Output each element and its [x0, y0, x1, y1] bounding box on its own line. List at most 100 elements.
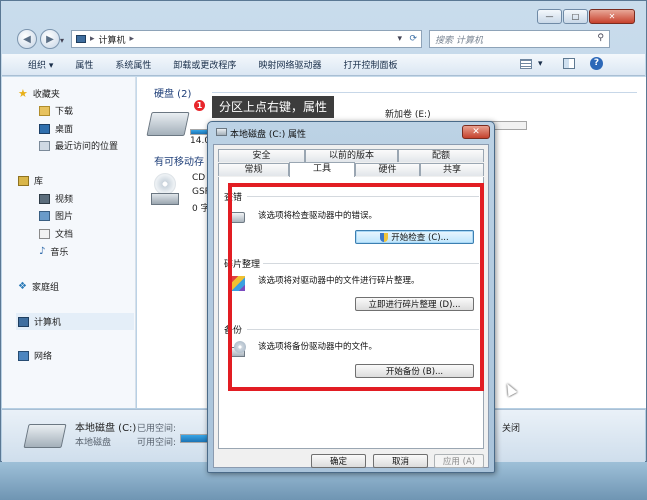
map-network-drive-command[interactable]: 映射网络驱动器 — [247, 58, 332, 71]
close-icon: ✕ — [472, 127, 480, 137]
close-button[interactable]: ✕ — [589, 9, 635, 24]
computer-icon — [18, 316, 29, 327]
sidebar-label: 收藏夹 — [32, 90, 60, 100]
tab-quota[interactable]: 配额 — [398, 149, 484, 162]
open-control-panel-command[interactable]: 打开控制面板 — [332, 58, 408, 71]
close-icon: ✕ — [608, 12, 616, 21]
back-button[interactable]: ◀ — [17, 29, 37, 49]
tab-general[interactable]: 常规 — [218, 163, 289, 176]
ok-label: 确定 — [329, 457, 347, 467]
sidebar-item-recent-places[interactable]: 最近访问的位置 — [39, 139, 118, 152]
details-drive-type: 本地磁盘 — [75, 438, 112, 448]
sidebar-item-documents[interactable]: 文档 — [39, 227, 73, 240]
tab-previous-versions[interactable]: 以前的版本 — [305, 149, 398, 162]
group-header-hard-disks[interactable]: 硬盘 (2) — [154, 85, 191, 100]
highlight-box — [228, 183, 484, 391]
details-drive-name: 本地磁盘 (C:) — [75, 423, 137, 434]
cd-drive-name[interactable]: CD — [192, 173, 205, 183]
sidebar-label: 最近访问的位置 — [55, 142, 119, 152]
instruction-tooltip: 分区上点右键，属性 — [212, 96, 335, 118]
uninstall-program-command[interactable]: 卸载或更改程序 — [162, 58, 247, 71]
sidebar-label: 桌面 — [55, 125, 74, 135]
details-free-label: 可用空间: — [137, 438, 177, 448]
network-icon — [18, 350, 29, 361]
sidebar-item-favorites[interactable]: ★ 收藏夹 — [18, 87, 60, 100]
ok-button[interactable]: 确定 — [311, 454, 366, 468]
homegroup-icon: ❖ — [18, 281, 27, 292]
address-separator: ▸ — [90, 34, 95, 44]
sidebar-label: 网络 — [34, 352, 53, 362]
dialog-close-button[interactable]: ✕ — [462, 125, 490, 139]
sidebar-label: 图片 — [55, 212, 74, 222]
sidebar-item-libraries[interactable]: 库 — [18, 174, 43, 187]
tab-tools[interactable]: 工具 — [289, 162, 355, 177]
computer-icon — [76, 35, 86, 43]
sidebar-item-pictures[interactable]: 图片 — [39, 209, 73, 222]
sidebar-item-desktop[interactable]: 桌面 — [39, 122, 73, 135]
address-dropdown-icon[interactable]: ▾ — [397, 34, 402, 44]
refresh-icon[interactable]: ⟳ — [409, 34, 417, 44]
sidebar-label: 下载 — [55, 107, 74, 117]
system-properties-command[interactable]: 系统属性 — [104, 58, 162, 71]
hard-drive-icon — [23, 424, 67, 448]
desktop-icon — [39, 123, 50, 134]
sidebar-label: 家庭组 — [31, 283, 59, 293]
apply-button[interactable]: 应用 (A) — [434, 454, 484, 468]
search-input[interactable]: 搜索 计算机 ⚲ — [429, 30, 610, 48]
history-dropdown-icon[interactable]: ▾ — [60, 36, 64, 45]
back-arrow-icon: ◀ — [23, 33, 31, 45]
apply-label: 应用 (A) — [442, 457, 476, 467]
sidebar-label: 计算机 — [34, 318, 62, 328]
navigation-pane: ★ 收藏夹 下载 桌面 最近访问的位置 库 视频 图片 文档 ♪ 音乐 ❖ 家庭… — [2, 77, 136, 408]
forward-button[interactable]: ▶ — [40, 29, 60, 49]
sidebar-label: 库 — [34, 177, 44, 187]
music-note-icon: ♪ — [39, 246, 46, 257]
cancel-label: 取消 — [391, 457, 409, 467]
sidebar-item-computer[interactable]: 计算机 — [16, 313, 134, 330]
forward-arrow-icon: ▶ — [46, 33, 54, 45]
details-usage-fill — [181, 435, 208, 442]
star-icon: ★ — [18, 87, 28, 100]
sidebar-item-music[interactable]: ♪ 音乐 — [39, 245, 68, 258]
command-bar: 组织 ▾ 属性 系统属性 卸载或更改程序 映射网络驱动器 打开控制面板 ▾ ? — [2, 54, 645, 76]
hard-drive-icon[interactable] — [146, 112, 190, 136]
help-icon[interactable]: ? — [590, 57, 603, 70]
tab-sharing[interactable]: 共享 — [420, 163, 484, 176]
sidebar-label: 视频 — [55, 195, 74, 205]
search-icon: ⚲ — [597, 33, 604, 43]
organize-menu[interactable]: 组织 ▾ — [2, 58, 64, 71]
details-used-label: 已用空间: — [137, 424, 177, 434]
maximize-icon: □ — [571, 12, 580, 21]
sidebar-item-homegroup[interactable]: ❖ 家庭组 — [18, 280, 59, 293]
recent-places-icon — [39, 140, 50, 151]
close-label[interactable]: 关闭 — [502, 421, 520, 434]
sidebar-item-network[interactable]: 网络 — [18, 349, 52, 362]
sidebar-label: 文档 — [55, 230, 74, 240]
search-placeholder: 搜索 计算机 — [435, 35, 483, 46]
address-bar[interactable]: ▸ 计算机 ▸ ▾ ⟳ — [71, 30, 422, 48]
minimize-button[interactable]: — — [537, 9, 562, 24]
drive-e-name[interactable]: 新加卷 (E:) — [385, 107, 431, 120]
sidebar-item-videos[interactable]: 视频 — [39, 192, 73, 205]
step-badge-1: 1 — [193, 99, 206, 112]
pictures-icon — [39, 210, 50, 221]
drive-icon — [216, 128, 227, 136]
properties-command[interactable]: 属性 — [64, 58, 104, 71]
group-divider — [212, 92, 637, 93]
view-options-icon[interactable] — [520, 59, 532, 69]
address-separator: ▸ — [129, 34, 135, 44]
group-header-removable-storage[interactable]: 有可移动存 — [154, 153, 204, 168]
tab-security[interactable]: 安全 — [218, 149, 305, 162]
sidebar-label: 音乐 — [50, 248, 69, 258]
breadcrumb-computer[interactable]: 计算机 — [99, 33, 126, 46]
view-dropdown-icon[interactable]: ▾ — [538, 59, 543, 69]
tab-hardware[interactable]: 硬件 — [355, 163, 420, 176]
cd-drive-icon[interactable] — [151, 173, 181, 209]
maximize-button[interactable]: □ — [563, 9, 588, 24]
cancel-button[interactable]: 取消 — [373, 454, 428, 468]
documents-icon — [39, 228, 50, 239]
preview-pane-icon[interactable] — [563, 58, 575, 69]
library-icon — [18, 175, 29, 186]
sidebar-item-downloads[interactable]: 下载 — [39, 104, 73, 117]
videos-icon — [39, 193, 50, 204]
